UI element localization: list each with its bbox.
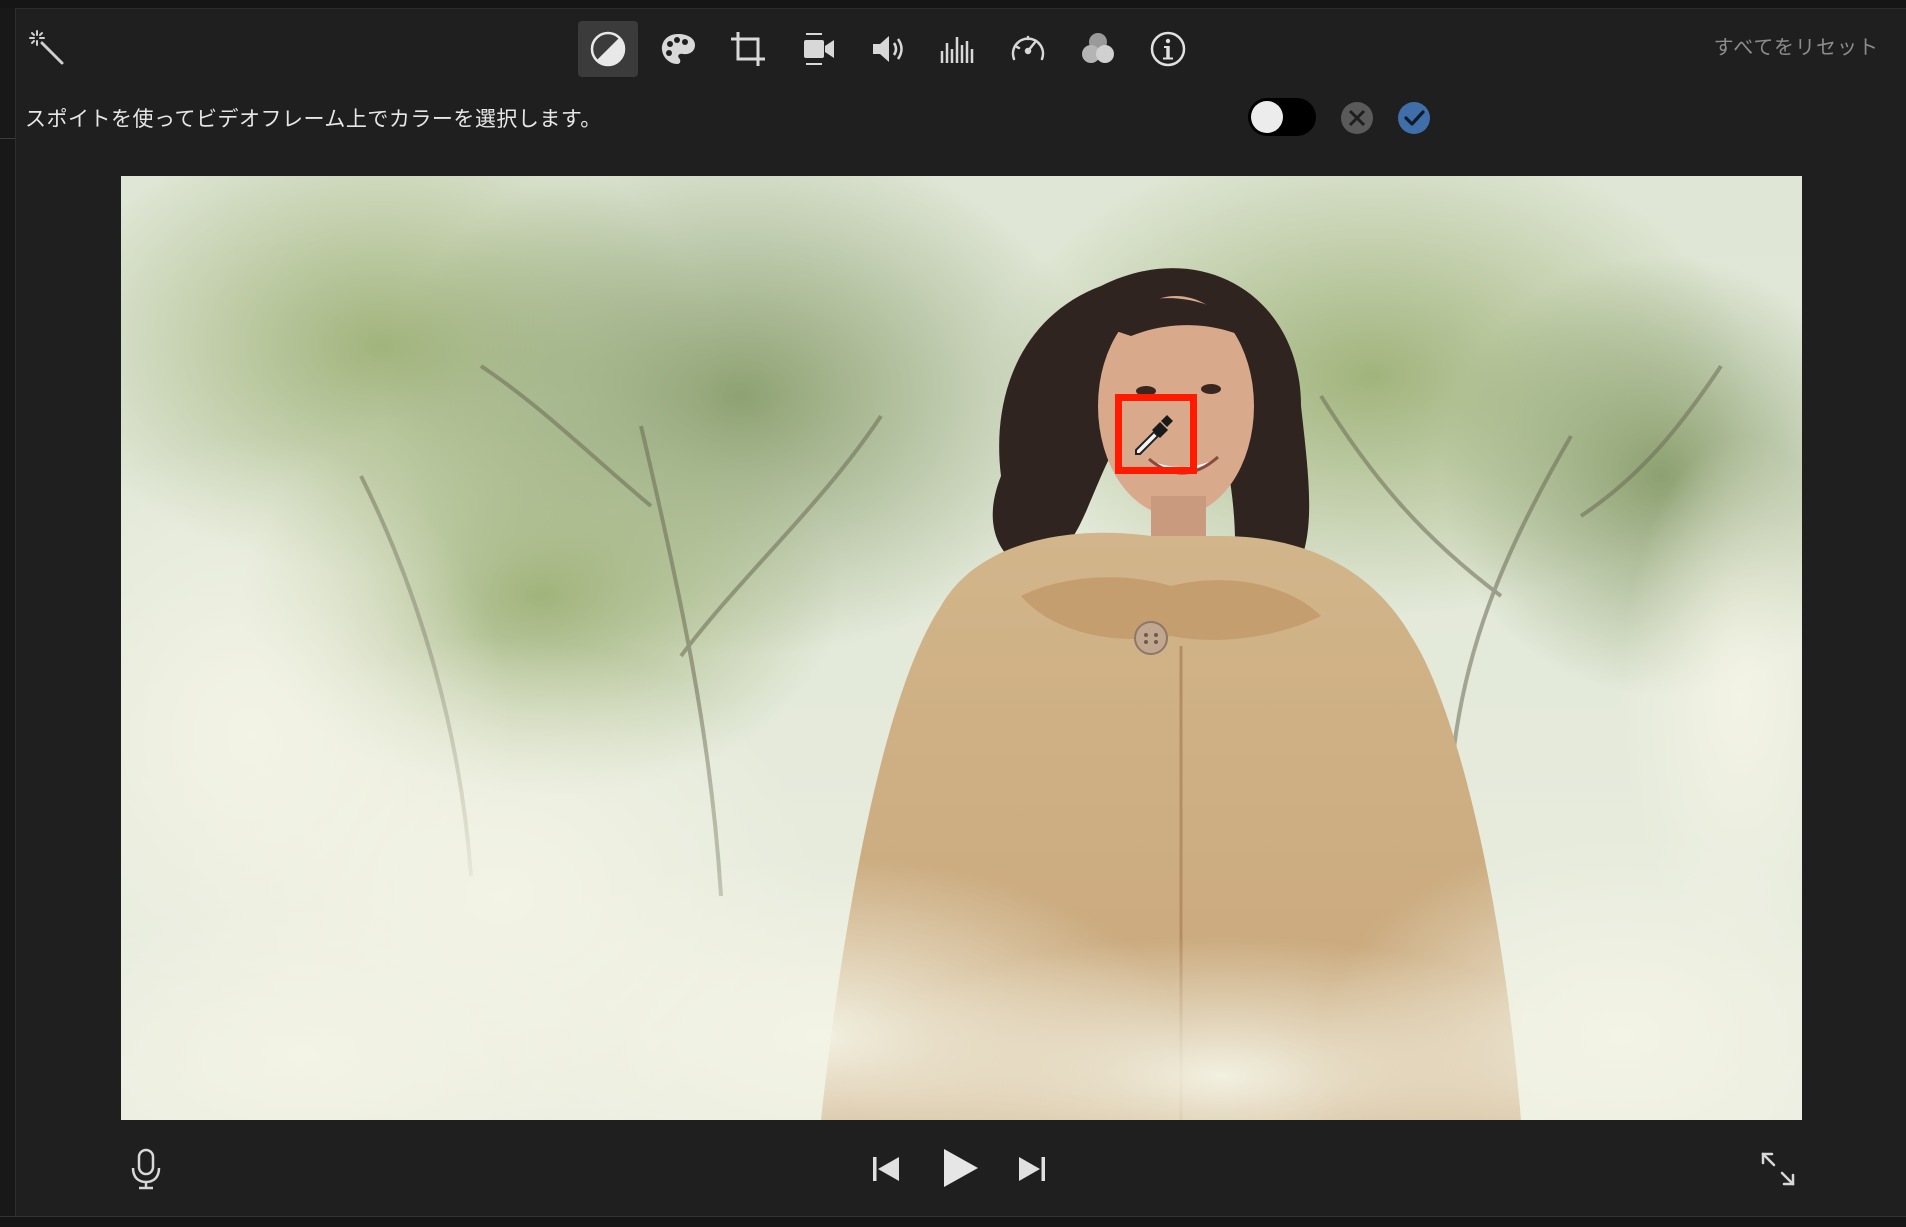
stabilization-button[interactable] bbox=[788, 21, 848, 77]
eyedropper-instruction: スポイトを使ってビデオフレーム上でカラーを選択します。 bbox=[25, 108, 602, 131]
volume-button[interactable] bbox=[858, 21, 918, 77]
magic-wand-icon[interactable] bbox=[23, 24, 71, 72]
checkmark-icon bbox=[1398, 102, 1430, 134]
play-icon bbox=[944, 1149, 978, 1187]
skip-back-button[interactable] bbox=[870, 1153, 902, 1185]
clip-info-button[interactable] bbox=[1138, 21, 1198, 77]
speedometer-icon bbox=[1011, 35, 1045, 61]
equalizer-icon bbox=[940, 37, 974, 63]
speaker-icon bbox=[873, 36, 903, 62]
fullscreen-button[interactable] bbox=[1759, 1150, 1797, 1188]
info-icon bbox=[1150, 31, 1186, 67]
video-camera-icon bbox=[804, 33, 834, 65]
half-circle-icon bbox=[590, 31, 626, 67]
video-frame bbox=[121, 176, 1802, 1120]
cancel-button[interactable] bbox=[1339, 100, 1375, 136]
equalizer-button[interactable] bbox=[928, 21, 988, 77]
skip-forward-icon bbox=[1019, 1157, 1045, 1181]
adjustments-toolbar: すべてをリセット bbox=[15, 8, 1906, 84]
eyedropper-icon bbox=[1135, 415, 1173, 455]
voiceover-button[interactable] bbox=[130, 1148, 162, 1190]
palette-icon bbox=[661, 34, 695, 64]
apply-button[interactable] bbox=[1396, 100, 1432, 136]
panel-divider bbox=[0, 138, 15, 139]
overlapping-circles-icon bbox=[1082, 33, 1114, 63]
reset-all-button[interactable]: すべてをリセット bbox=[1714, 31, 1879, 60]
color-correction-button[interactable] bbox=[648, 21, 708, 77]
play-button[interactable] bbox=[940, 1147, 982, 1189]
color-balance-toggle[interactable] bbox=[1248, 98, 1316, 136]
skip-forward-button[interactable] bbox=[1016, 1153, 1048, 1185]
toggle-knob bbox=[1251, 101, 1283, 133]
color-balance-button[interactable] bbox=[578, 21, 638, 77]
imovie-editor: すべてをリセット スポイトを使ってビデオフレーム上でカラーを選択します。 bbox=[0, 0, 1906, 1227]
clip-filter-button[interactable] bbox=[1068, 21, 1128, 77]
video-viewer[interactable] bbox=[121, 176, 1802, 1120]
skip-back-icon bbox=[873, 1157, 899, 1181]
expand-icon bbox=[1761, 1152, 1795, 1186]
crop-button[interactable] bbox=[718, 21, 778, 77]
speed-button[interactable] bbox=[998, 21, 1058, 77]
left-panel-edge bbox=[0, 8, 16, 1218]
tool-buttons bbox=[578, 21, 1208, 81]
crop-icon bbox=[731, 32, 765, 66]
close-icon bbox=[1341, 102, 1373, 134]
window-bottom-edge bbox=[0, 1216, 1906, 1227]
microphone-icon bbox=[131, 1148, 161, 1190]
